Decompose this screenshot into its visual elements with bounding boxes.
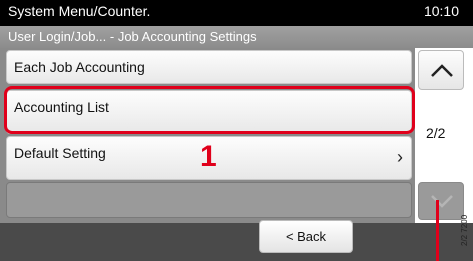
back-button[interactable]: < Back bbox=[259, 220, 353, 253]
list-item-empty bbox=[6, 182, 412, 218]
figure-code: 2/2 7200 bbox=[460, 214, 469, 246]
scroll-down-button[interactable] bbox=[418, 182, 464, 220]
list-item-label: Default Setting bbox=[14, 145, 106, 161]
step-number: 1 bbox=[200, 140, 217, 173]
list-item-accounting-list[interactable]: Accounting List bbox=[6, 90, 412, 134]
clock: 10:10 bbox=[423, 3, 459, 19]
list-item-label: Each Job Accounting bbox=[14, 59, 145, 75]
chevron-right-icon: › bbox=[397, 147, 403, 167]
page-indicator: 2/2 bbox=[426, 125, 446, 141]
screen-title: System Menu/Counter. bbox=[8, 3, 151, 19]
bottom-bar bbox=[0, 223, 473, 261]
pointer-line bbox=[436, 200, 439, 261]
chevron-down-icon bbox=[431, 195, 453, 208]
chevron-up-icon bbox=[431, 64, 453, 77]
list-item-label: Accounting List bbox=[14, 99, 109, 115]
scroll-up-button[interactable] bbox=[418, 50, 464, 90]
list-item-each-job-accounting[interactable]: Each Job Accounting bbox=[6, 50, 412, 84]
screen: System Menu/Counter. 10:10 User Login/Jo… bbox=[0, 0, 473, 261]
breadcrumb: User Login/Job... - Job Accounting Setti… bbox=[8, 29, 257, 44]
